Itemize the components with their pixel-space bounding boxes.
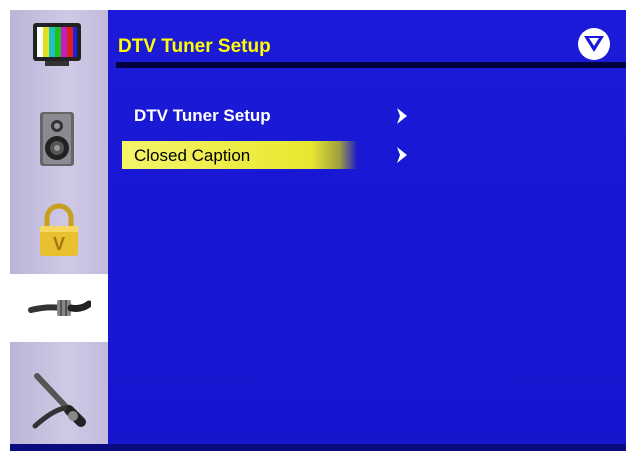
sidebar-item-parental[interactable]: V	[10, 196, 108, 264]
tv-osd-screen: V DTV Tuner Setup DTV Tuner Setup Closed…	[10, 10, 626, 451]
menu-item-dtv-tuner-setup[interactable]: DTV Tuner Setup	[108, 102, 626, 130]
menu-panel: DTV Tuner Setup DTV Tuner Setup Closed C…	[108, 10, 626, 451]
sidebar-item-audio[interactable]	[10, 106, 108, 174]
menu-item-label: DTV Tuner Setup	[134, 106, 271, 125]
parental-lock-icon: V	[40, 203, 78, 256]
picture-icon	[33, 23, 81, 66]
menu-item-closed-caption[interactable]: Closed Caption	[108, 141, 626, 169]
sidebar-item-picture[interactable]	[10, 10, 108, 78]
chevron-right-icon	[397, 147, 407, 163]
svg-text:V: V	[53, 234, 65, 254]
setup-tools-icon	[32, 373, 86, 429]
vizio-v-logo-icon	[578, 28, 610, 60]
page-title: DTV Tuner Setup	[118, 36, 271, 57]
menu-header: DTV Tuner Setup	[108, 22, 626, 66]
sidebar-item-setup[interactable]	[10, 354, 108, 444]
audio-speaker-icon	[40, 112, 74, 166]
bottom-bar	[10, 444, 626, 451]
tv-coax-cable-icon	[28, 300, 91, 316]
menu-item-label: Closed Caption	[134, 146, 251, 165]
category-sidebar: V	[10, 10, 108, 451]
chevron-right-icon	[397, 108, 407, 124]
header-divider	[116, 62, 626, 68]
sidebar-item-tv[interactable]	[10, 274, 108, 342]
